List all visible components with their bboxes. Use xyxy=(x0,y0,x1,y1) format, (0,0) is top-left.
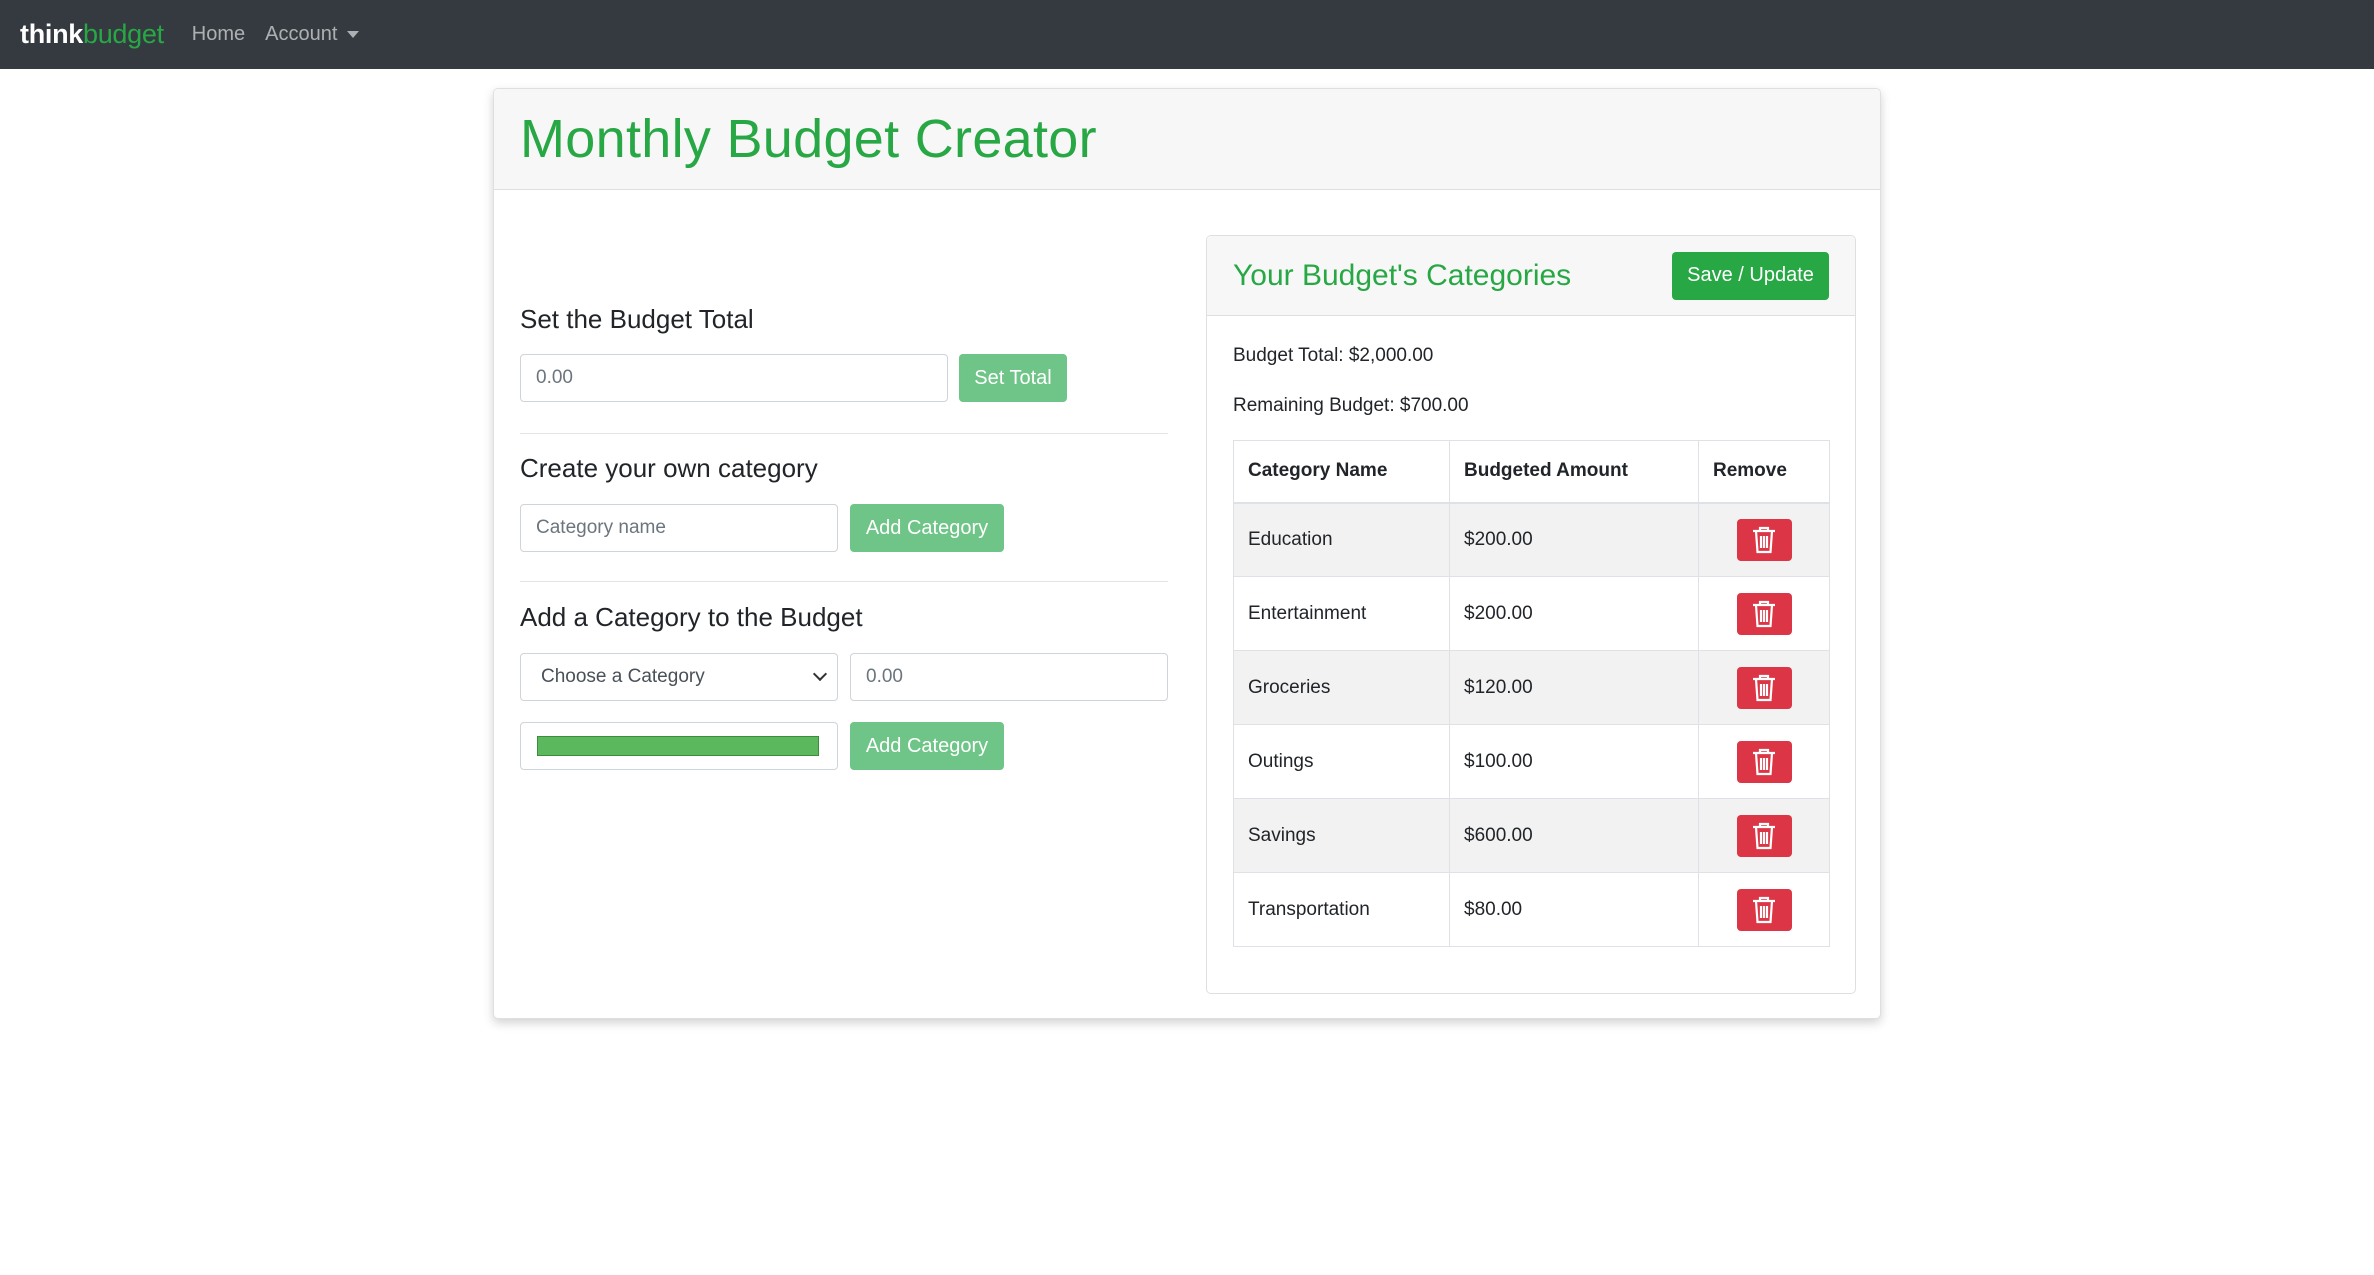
card-header: Monthly Budget Creator xyxy=(494,89,1880,190)
caret-down-icon xyxy=(347,31,360,38)
categories-table: Category Name Budgeted Amount Remove Edu… xyxy=(1233,440,1830,947)
category-name-cell: Savings xyxy=(1233,798,1450,873)
budgeted-amount-cell: $80.00 xyxy=(1449,872,1699,947)
add-to-budget-title: Add a Category to the Budget xyxy=(520,602,863,632)
budgeted-amount-cell: $600.00 xyxy=(1449,798,1699,873)
category-name-cell: Entertainment xyxy=(1233,576,1450,651)
trash-icon xyxy=(1753,600,1775,627)
category-amount-input[interactable]: 0.00 xyxy=(850,653,1168,701)
remove-button[interactable] xyxy=(1736,518,1792,561)
budgeted-amount-cell: $200.00 xyxy=(1449,576,1699,651)
nav-account-dropdown[interactable]: Account xyxy=(265,23,360,46)
create-category-button[interactable]: Add Category xyxy=(850,504,1004,552)
category-name-cell: Groceries xyxy=(1233,650,1450,725)
categories-card-header: Your Budget's Categories Save / Update xyxy=(1207,236,1855,316)
trash-icon xyxy=(1753,748,1775,775)
budgeted-amount-cell: $100.00 xyxy=(1449,724,1699,799)
table-row: Entertainment $200.00 xyxy=(1233,576,1830,651)
categories-card: Your Budget's Categories Save / Update B… xyxy=(1206,235,1856,994)
table-row: Transportation $80.00 xyxy=(1233,872,1830,947)
create-category-title: Create your own category xyxy=(520,453,818,483)
budgeted-amount-cell: $200.00 xyxy=(1449,502,1699,577)
remove-button[interactable] xyxy=(1736,740,1792,783)
table-row: Groceries $120.00 xyxy=(1233,650,1830,725)
brand-budget: budget xyxy=(83,19,164,49)
budgeted-amount-cell: $120.00 xyxy=(1449,650,1699,725)
remove-cell xyxy=(1698,872,1830,947)
brand-logo[interactable]: thinkbudget xyxy=(20,19,164,50)
remove-cell xyxy=(1698,798,1830,873)
save-update-button[interactable]: Save / Update xyxy=(1672,251,1829,300)
divider xyxy=(520,581,1168,582)
remove-button[interactable] xyxy=(1736,888,1792,931)
budget-creator-card: Monthly Budget Creator Set the Budget To… xyxy=(493,88,1881,1019)
remove-cell xyxy=(1698,576,1830,651)
remove-button[interactable] xyxy=(1736,666,1792,709)
color-picker-input[interactable] xyxy=(520,722,838,770)
category-select[interactable]: Choose a Category xyxy=(520,653,838,701)
chevron-down-icon xyxy=(812,666,828,682)
category-select-value: Choose a Category xyxy=(541,666,705,687)
remaining-budget-text: Remaining Budget: $700.00 xyxy=(1233,395,1469,416)
table-header-row: Category Name Budgeted Amount Remove xyxy=(1233,440,1830,504)
set-total-title: Set the Budget Total xyxy=(520,304,754,334)
remove-button[interactable] xyxy=(1736,592,1792,635)
remove-cell xyxy=(1698,650,1830,725)
category-name-input[interactable]: Category name xyxy=(520,504,838,552)
budget-total-text: Budget Total: $2,000.00 xyxy=(1233,345,1434,366)
trash-icon xyxy=(1753,896,1775,923)
remove-button[interactable] xyxy=(1736,814,1792,857)
column-header-remove: Remove xyxy=(1698,440,1830,504)
trash-icon xyxy=(1753,674,1775,701)
trash-icon xyxy=(1753,822,1775,849)
remove-cell xyxy=(1698,502,1830,577)
category-name-cell: Transportation xyxy=(1233,872,1450,947)
category-name-cell: Outings xyxy=(1233,724,1450,799)
table-row: Education $200.00 xyxy=(1233,502,1830,577)
add-category-to-budget-button[interactable]: Add Category xyxy=(850,722,1004,770)
divider xyxy=(520,433,1168,434)
table-row: Outings $100.00 xyxy=(1233,724,1830,799)
set-total-button[interactable]: Set Total xyxy=(959,354,1067,402)
budget-total-input[interactable]: 0.00 xyxy=(520,354,948,402)
column-header-budgeted-amount: Budgeted Amount xyxy=(1449,440,1699,504)
page-title: Monthly Budget Creator xyxy=(520,109,1097,169)
color-swatch xyxy=(537,736,819,756)
table-row: Savings $600.00 xyxy=(1233,798,1830,873)
trash-icon xyxy=(1753,526,1775,553)
nav-account-label: Account xyxy=(265,23,338,45)
categories-title: Your Budget's Categories xyxy=(1233,258,1572,292)
column-header-category-name: Category Name xyxy=(1233,440,1450,504)
category-name-cell: Education xyxy=(1233,502,1450,577)
nav-home[interactable]: Home xyxy=(192,23,245,46)
navbar: thinkbudget Home Account xyxy=(0,0,2374,69)
remove-cell xyxy=(1698,724,1830,799)
brand-think: think xyxy=(20,19,83,49)
